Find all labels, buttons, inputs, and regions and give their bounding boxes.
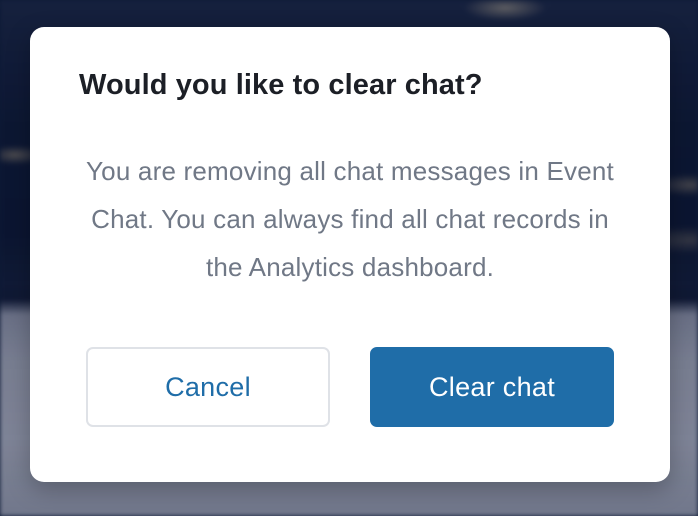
dialog-message: You are removing all chat messages in Ev… <box>86 156 614 282</box>
dialog-title: Would you like to clear chat? <box>79 69 483 101</box>
cancel-button[interactable]: Cancel <box>86 347 330 427</box>
clear-chat-dialog: Would you like to clear chat? You are re… <box>30 27 670 482</box>
clear-chat-button[interactable]: Clear chat <box>370 347 614 427</box>
